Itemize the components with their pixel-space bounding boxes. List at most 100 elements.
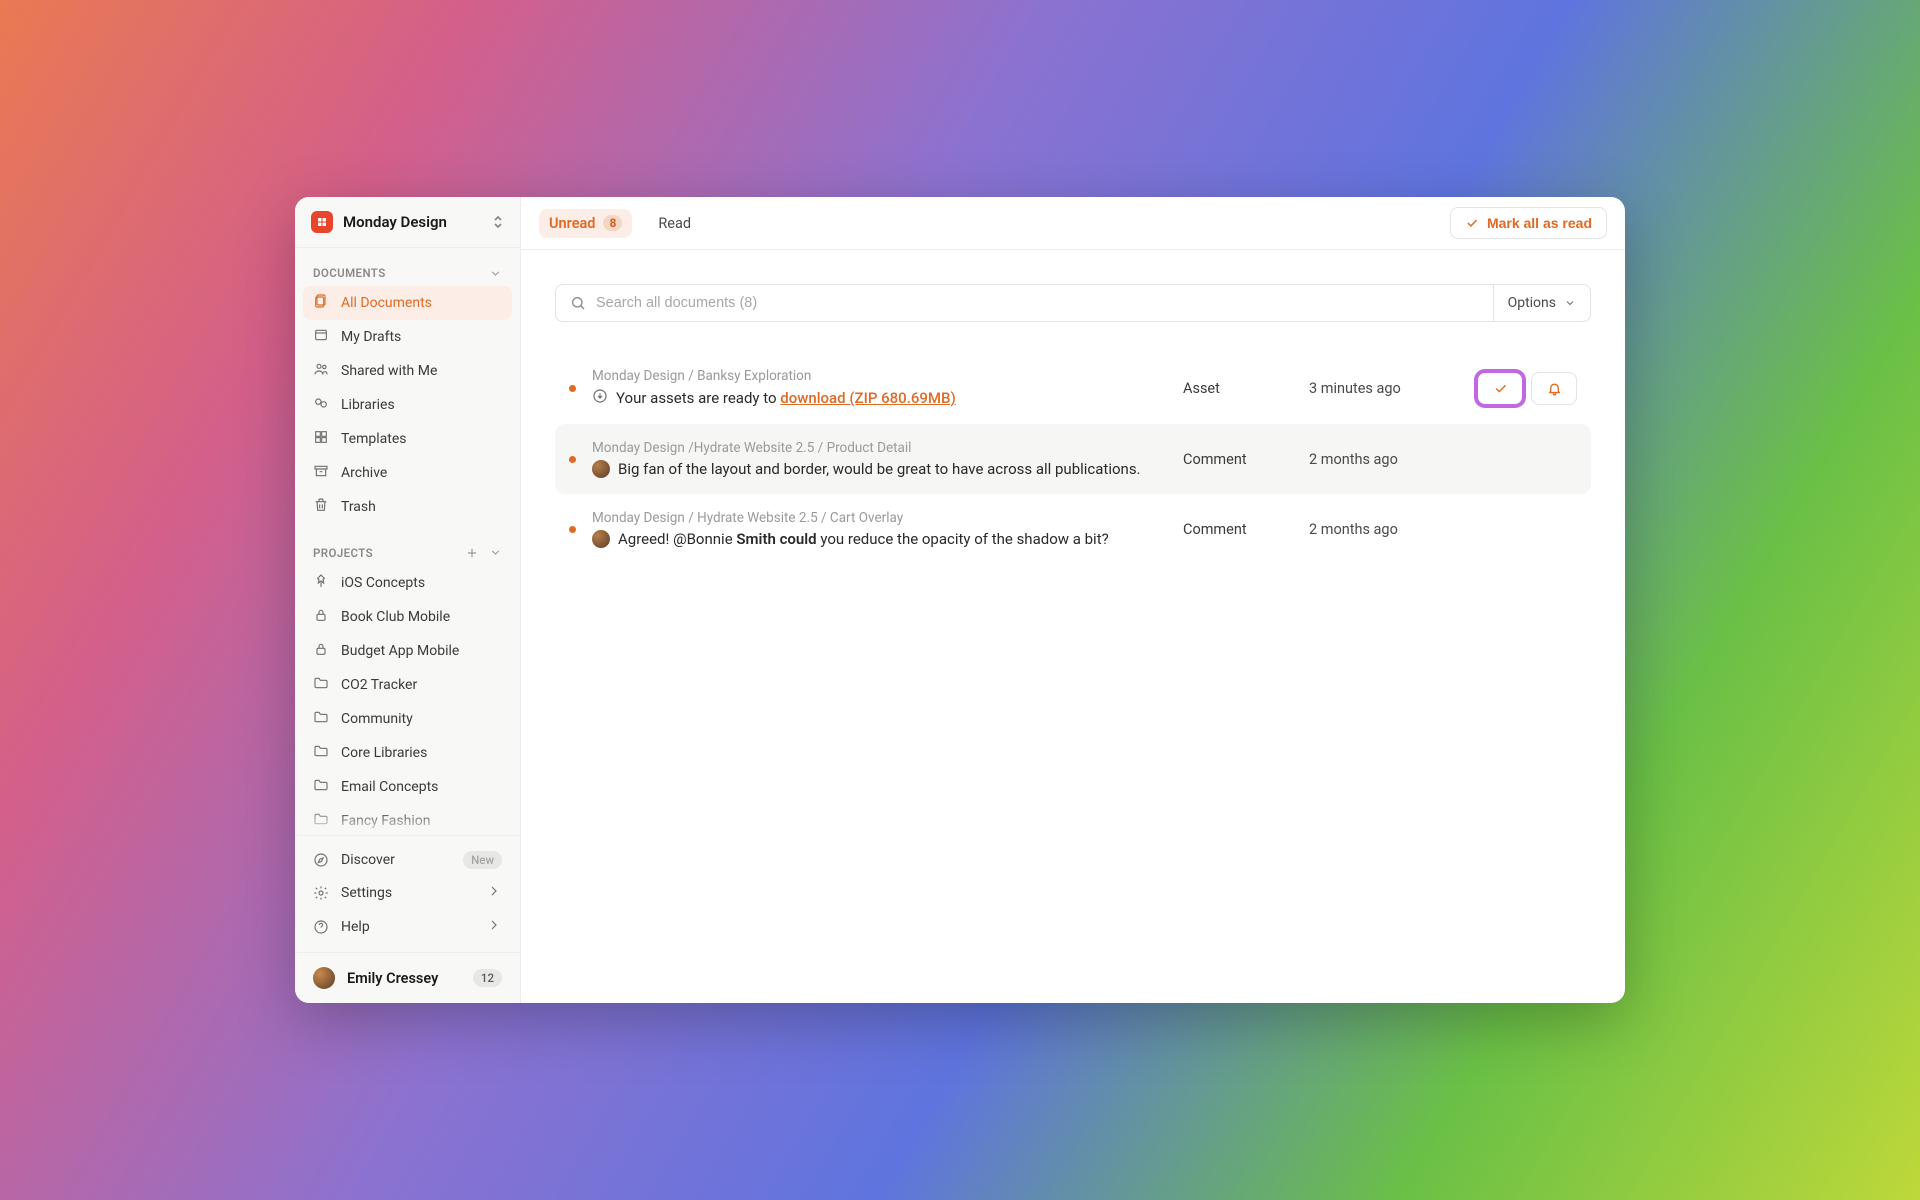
sidebar-item-label: Trash	[341, 499, 376, 515]
project-item-label: Fancy Fashion	[341, 813, 430, 829]
sidebar-item-templates[interactable]: Templates	[303, 422, 512, 456]
options-label: Options	[1508, 295, 1556, 311]
download-link[interactable]: download (ZIP 680.69MB)	[780, 389, 955, 407]
project-item-label: Core Libraries	[341, 745, 427, 761]
libraries-icon	[313, 395, 329, 415]
project-item-label: Email Concepts	[341, 779, 438, 795]
help-label: Help	[341, 919, 370, 935]
lock-icon	[313, 641, 329, 661]
project-item-fancy-fashion[interactable]: Fancy Fashion	[303, 804, 512, 835]
search-input[interactable]	[596, 295, 1479, 311]
download-icon	[592, 388, 608, 408]
tab-unread-label: Unread	[549, 215, 595, 232]
unread-dot	[569, 456, 576, 463]
projects-header[interactable]: PROJECTS	[303, 540, 512, 566]
unread-dot	[569, 526, 576, 533]
projects-list[interactable]: iOS Concepts Book Club Mobile Budget App M…	[295, 566, 520, 835]
mark-all-label: Mark all as read	[1487, 215, 1592, 231]
chevron-right-icon	[486, 883, 502, 899]
notification-breadcrumb: Monday Design / Banksy Exploration	[592, 368, 1167, 384]
folder-icon	[313, 675, 329, 695]
sidebar-item-archive[interactable]: Archive	[303, 456, 512, 490]
sidebar: Monday Design DOCUMENTS All Documents My …	[295, 197, 521, 1003]
project-item-label: Book Club Mobile	[341, 609, 450, 625]
notification-row[interactable]: Monday Design / Banksy Exploration Your a…	[555, 352, 1591, 424]
lock-icon	[313, 607, 329, 627]
sidebar-item-trash[interactable]: Trash	[303, 490, 512, 524]
tab-read-label: Read	[658, 215, 691, 232]
notification-time: 2 months ago	[1309, 521, 1449, 538]
search-icon	[570, 295, 586, 311]
content: Options Monday Design / Banksy Explorati…	[521, 250, 1625, 1003]
unread-dot	[569, 385, 576, 392]
sidebar-item-all-documents[interactable]: All Documents	[303, 286, 512, 320]
project-item-co2-tracker[interactable]: CO2 Tracker	[303, 668, 512, 702]
projects-label: PROJECTS	[313, 546, 373, 560]
notification-row[interactable]: Monday Design /Hydrate Website 2.5 / Pro…	[555, 424, 1591, 494]
settings-item[interactable]: Settings	[303, 876, 512, 910]
options-button[interactable]: Options	[1493, 285, 1590, 321]
project-item-ios-concepts[interactable]: iOS Concepts	[303, 566, 512, 600]
sidebar-bottom: Discover New Settings Help	[295, 835, 520, 952]
main-area: Unread 8 Read Mark all as read Options	[521, 197, 1625, 1003]
notification-row[interactable]: Monday Design / Hydrate Website 2.5 / Ca…	[555, 494, 1591, 564]
documents-header[interactable]: DOCUMENTS	[303, 260, 512, 286]
sidebar-item-label: Shared with Me	[341, 363, 437, 379]
sidebar-item-shared-with-me[interactable]: Shared with Me	[303, 354, 512, 388]
folder-icon	[313, 777, 329, 797]
chevron-down-icon	[1564, 297, 1576, 309]
chevron-down-icon[interactable]	[489, 546, 502, 559]
project-item-label: CO2 Tracker	[341, 677, 417, 693]
notification-type: Comment	[1183, 451, 1293, 468]
project-item-book-club-mobile[interactable]: Book Club Mobile	[303, 600, 512, 634]
notify-button[interactable]	[1531, 372, 1577, 405]
drafts-icon	[313, 327, 329, 347]
sidebar-item-label: Templates	[341, 431, 407, 447]
sidebar-item-label: My Drafts	[341, 329, 401, 345]
sidebar-item-label: Libraries	[341, 397, 395, 413]
sidebar-item-my-drafts[interactable]: My Drafts	[303, 320, 512, 354]
projects-section: PROJECTS	[295, 528, 520, 566]
check-icon	[1493, 381, 1508, 396]
chevron-right-icon	[486, 917, 502, 933]
sidebar-item-libraries[interactable]: Libraries	[303, 388, 512, 422]
updown-icon	[492, 214, 504, 231]
project-item-budget-app-mobile[interactable]: Budget App Mobile	[303, 634, 512, 668]
commenter-avatar	[592, 460, 610, 478]
mark-read-button[interactable]	[1477, 372, 1523, 405]
archive-icon	[313, 463, 329, 483]
shared-icon	[313, 361, 329, 381]
notification-list: Monday Design / Banksy Exploration Your a…	[555, 352, 1591, 564]
plus-icon[interactable]	[465, 546, 479, 560]
folder-icon	[313, 811, 329, 831]
notification-actions	[1465, 372, 1577, 405]
tab-unread[interactable]: Unread 8	[539, 209, 632, 238]
sidebar-item-label: Archive	[341, 465, 387, 481]
workspace-name: Monday Design	[343, 213, 482, 231]
pin-icon	[313, 573, 329, 593]
mark-all-read-button[interactable]: Mark all as read	[1450, 207, 1607, 239]
notification-text: Your assets are ready to download (ZIP 6…	[592, 388, 1167, 408]
trash-icon	[313, 497, 329, 517]
check-icon	[1465, 216, 1479, 230]
help-item[interactable]: Help	[303, 910, 512, 944]
project-item-label: Budget App Mobile	[341, 643, 459, 659]
project-item-core-libraries[interactable]: Core Libraries	[303, 736, 512, 770]
folder-icon	[313, 743, 329, 763]
tab-read[interactable]: Read	[648, 209, 701, 238]
workspace-switcher[interactable]: Monday Design	[295, 197, 520, 248]
settings-label: Settings	[341, 885, 392, 901]
notification-text: Big fan of the layout and border, would …	[592, 460, 1167, 478]
project-item-email-concepts[interactable]: Email Concepts	[303, 770, 512, 804]
notification-type: Comment	[1183, 521, 1293, 538]
notification-time: 2 months ago	[1309, 451, 1449, 468]
project-item-community[interactable]: Community	[303, 702, 512, 736]
sidebar-item-label: All Documents	[341, 295, 432, 311]
search-bar: Options	[555, 284, 1591, 322]
help-icon	[313, 919, 329, 935]
app-window: Monday Design DOCUMENTS All Documents My …	[295, 197, 1625, 1003]
discover-item[interactable]: Discover New	[303, 844, 512, 876]
notification-time: 3 minutes ago	[1309, 380, 1449, 397]
user-row[interactable]: Emily Cressey 12	[295, 952, 520, 1003]
folder-icon	[313, 709, 329, 729]
